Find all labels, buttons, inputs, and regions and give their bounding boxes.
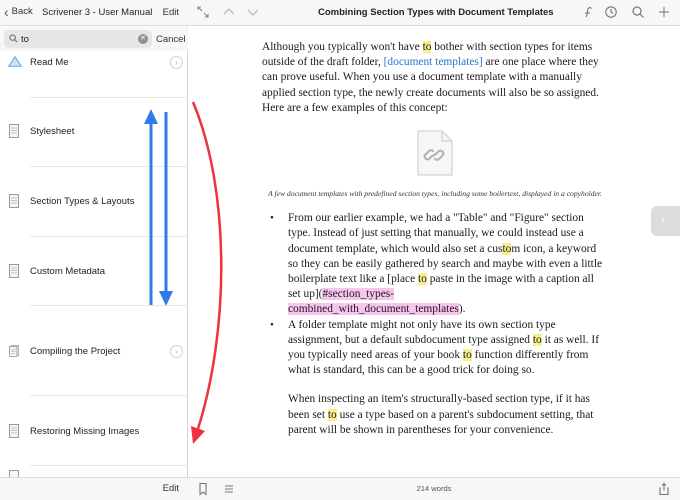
list-item-label: Custom Metadata xyxy=(30,266,105,277)
sidebar-bottom-toolbar: Edit xyxy=(0,477,188,500)
document-icon xyxy=(9,424,19,438)
chevron-right-icon[interactable]: › xyxy=(170,345,183,358)
list-item: A folder template might not only have it… xyxy=(262,318,608,379)
search-highlight: to xyxy=(462,349,472,362)
linked-image-placeholder-icon[interactable] xyxy=(417,130,453,176)
edit-button-bottom[interactable]: Edit xyxy=(163,483,179,494)
divider xyxy=(30,465,188,466)
word-count: 214 words xyxy=(416,484,452,493)
list-item-label: Read Me xyxy=(30,57,69,68)
figure: A few document templates with predefined… xyxy=(262,130,608,199)
paragraph: Although you typically won't have to bot… xyxy=(262,40,608,116)
search-icon xyxy=(9,34,18,43)
chevron-down-icon[interactable] xyxy=(246,5,260,19)
list-item[interactable]: Section Types & Layouts xyxy=(0,191,188,213)
back-button[interactable]: ‹ Back xyxy=(4,3,33,20)
expand-icon[interactable] xyxy=(196,5,210,19)
search-highlight: to xyxy=(327,408,337,421)
chevron-right-icon[interactable]: › xyxy=(170,56,183,69)
editor-bottom-toolbar: 214 words xyxy=(188,477,680,500)
edit-button-top[interactable]: Edit xyxy=(163,7,179,18)
list-item-label: Restoring Missing Images xyxy=(30,426,140,437)
list-item-label: Stylesheet xyxy=(30,126,75,137)
list-item-label: Compiling the Project xyxy=(30,346,121,357)
list-item[interactable] xyxy=(0,469,188,477)
document-icon xyxy=(9,124,19,138)
chevron-up-icon[interactable] xyxy=(222,5,236,19)
document-icon xyxy=(9,194,19,208)
document-icon xyxy=(9,470,19,477)
document-icon xyxy=(9,264,19,278)
binder-sidebar: ‹ Back Scrivener 3 - User Manual Edit ✕ … xyxy=(0,0,188,500)
bullet-list: From our earlier example, we had a "Tabl… xyxy=(262,211,608,378)
divider xyxy=(30,97,188,98)
list-item[interactable]: Restoring Missing Images xyxy=(0,421,188,443)
list-item[interactable]: Custom Metadata xyxy=(0,261,188,283)
search-input[interactable] xyxy=(21,32,131,46)
divider xyxy=(30,166,188,167)
next-document-tab[interactable]: › xyxy=(651,206,680,236)
text-run: ). xyxy=(458,303,466,316)
list-item[interactable]: Stylesheet xyxy=(0,121,188,143)
clear-search-icon[interactable]: ✕ xyxy=(138,34,148,44)
text-run: Although you typically won't have xyxy=(262,41,423,53)
list-item: From our earlier example, we had a "Tabl… xyxy=(262,211,608,317)
cancel-search-button[interactable]: Cancel xyxy=(156,34,186,45)
link-target-highlight: combined_with_document_templates xyxy=(288,303,459,316)
document-templates-link[interactable]: [document templates] xyxy=(384,56,483,68)
list-item-label: Section Types & Layouts xyxy=(30,196,135,207)
search-icon[interactable] xyxy=(631,5,645,19)
paragraph: When inspecting an item's structurally-b… xyxy=(262,392,608,438)
link-target-highlight: #section_types- xyxy=(322,288,394,301)
divider xyxy=(30,236,188,237)
formatting-icon[interactable] xyxy=(581,5,595,19)
figure-caption: A few document templates with predefined… xyxy=(268,189,602,199)
divider xyxy=(30,395,188,396)
editor-nav-bar: Combining Section Types with Document Te… xyxy=(188,0,680,26)
back-label: Back xyxy=(11,6,33,17)
document-body[interactable]: Although you typically won't have to bot… xyxy=(262,40,608,438)
project-title: Scrivener 3 - User Manual xyxy=(42,7,153,18)
editor-pane: Combining Section Types with Document Te… xyxy=(188,0,680,500)
folder-icon xyxy=(8,56,22,67)
search-highlight: to xyxy=(417,273,427,286)
document-stack-icon xyxy=(9,345,19,357)
list-item[interactable]: Compiling the Project › xyxy=(0,341,188,363)
sidebar-nav-bar: ‹ Back Scrivener 3 - User Manual Edit xyxy=(0,0,188,26)
list-item[interactable]: Read Me › xyxy=(0,52,188,74)
chevron-right-icon: › xyxy=(661,212,666,227)
search-highlight: to xyxy=(532,333,542,346)
share-icon[interactable] xyxy=(657,482,671,496)
search-field[interactable]: ✕ xyxy=(4,30,152,48)
divider xyxy=(30,305,188,306)
text-run: A folder template might not only have it… xyxy=(288,318,556,346)
chevron-left-icon: ‹ xyxy=(4,3,9,20)
document-title: Combining Section Types with Document Te… xyxy=(318,7,554,18)
history-icon[interactable] xyxy=(604,5,618,19)
add-icon[interactable] xyxy=(657,5,671,19)
